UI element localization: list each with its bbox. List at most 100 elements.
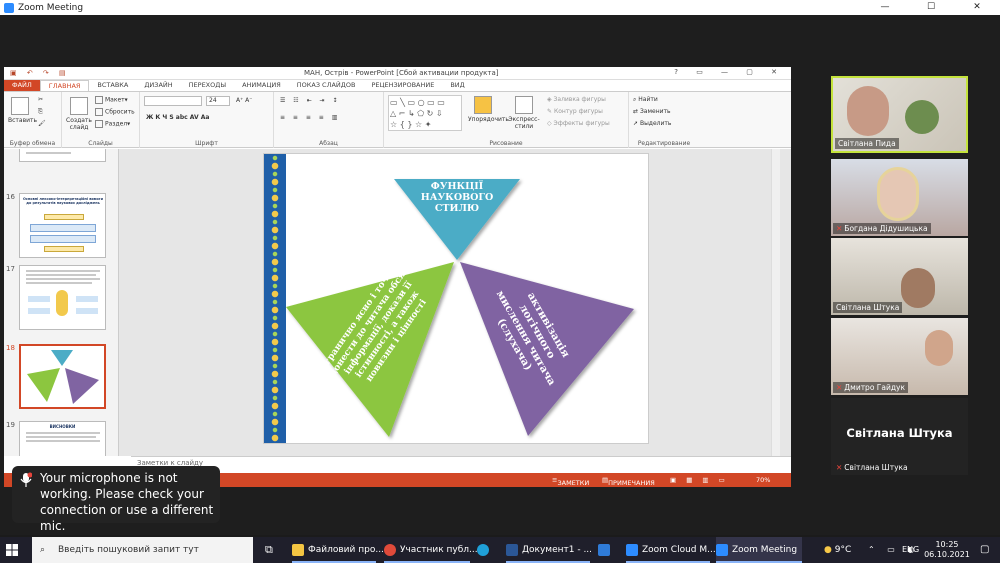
participant-tile[interactable]: Світлана Штука ✕ Світлана Штука — [831, 398, 968, 475]
mic-warning-toast[interactable]: Your microphone is not working. Please c… — [12, 466, 220, 533]
paint-bucket-icon: ◈ — [547, 96, 552, 103]
format-painter-button[interactable]: 🖌 — [38, 120, 46, 127]
start-button[interactable] — [6, 537, 30, 563]
clock-time: 10:25 — [935, 540, 959, 549]
layout-button[interactable]: Макет▾ — [95, 96, 128, 104]
zoom-level[interactable]: 70% — [756, 476, 770, 484]
tab-home[interactable]: ГЛАВНАЯ — [39, 80, 90, 91]
ribbon: Вставить ✂ ⎘ 🖌 Буфер обмена Создать слай… — [4, 91, 791, 148]
shape-fill-button[interactable]: ◈ Заливка фигуры — [547, 96, 606, 103]
tab-animation[interactable]: АНИМАЦИЯ — [234, 80, 289, 91]
notifications-icon[interactable]: ▢ — [980, 537, 989, 563]
participant-name: ✕ Світлана Штука — [836, 463, 908, 472]
slide-thumbnail-19[interactable]: ВИСНОВКИ — [19, 421, 106, 456]
tab-transitions[interactable]: ПЕРЕХОДЫ — [181, 80, 234, 91]
participant-tile[interactable]: Світлана Пида — [831, 76, 968, 153]
section-icon — [95, 120, 103, 128]
font-style-buttons[interactable]: Ж К Ч S abc AV Aa — [146, 114, 209, 121]
list-buttons[interactable]: ☰ ☷ ⇤ ⇥ ↕ — [280, 97, 340, 104]
cut-button[interactable]: ✂ — [38, 96, 43, 103]
tab-slideshow[interactable]: ПОКАЗ СЛАЙДОВ — [289, 80, 364, 91]
slide-editor[interactable]: ФУНКЦІЇ НАУКОВОГО СТИЛЮ гранично ясно і … — [131, 149, 780, 456]
copy-button[interactable]: ⎘ — [38, 108, 43, 116]
reset-button[interactable]: Сбросить — [95, 108, 135, 116]
slide-thumbnail-15[interactable] — [19, 149, 106, 162]
taskbar-app-edge[interactable] — [477, 537, 493, 563]
tab-view[interactable]: ВИД — [442, 80, 472, 91]
participant-tile[interactable]: Світлана Штука — [831, 238, 968, 315]
thumbnail-title: Основні лексико-інтерпретаційні вимоги д… — [23, 197, 103, 205]
participant-tile[interactable]: ✕ Дмитро Гайдук — [831, 318, 968, 395]
taskbar-app-zoom-cloud[interactable]: Zoom Cloud M... — [626, 537, 716, 563]
align-buttons[interactable]: ≡ ≡ ≡ ≡ ▥ — [280, 114, 340, 121]
tab-review[interactable]: РЕЦЕНЗИРОВАНИЕ — [363, 80, 442, 91]
close-button[interactable]: ✕ — [954, 0, 1000, 15]
paste-button[interactable]: Вставить — [8, 97, 37, 124]
taskbar-app-explorer[interactable]: Файловий про... — [292, 537, 384, 563]
quick-styles-icon — [515, 96, 533, 114]
slide-thumbnail-18-selected[interactable] — [19, 344, 106, 409]
new-slide-button[interactable]: Создать слайд — [65, 97, 93, 131]
arrange-button[interactable]: Упорядочить — [468, 96, 509, 123]
weather-widget[interactable]: ● 9°C — [824, 537, 851, 563]
section-button[interactable]: Раздел▾ — [95, 120, 130, 128]
slide-thumbnail-17[interactable] — [19, 265, 106, 330]
taskbar-app-mail[interactable] — [598, 537, 614, 563]
ppt-titlebar: ▣ ↶ ↷ ▤ МАН, Острів - PowerPoint [Сбой а… — [4, 67, 791, 80]
select-button[interactable]: ➚ Выделить — [633, 120, 671, 127]
notes-pane[interactable]: Заметки к слайду — [131, 456, 791, 470]
minimize-button[interactable]: — — [862, 0, 908, 15]
group-drawing: ▭ ╲ ▭ ○ ▭ ▭ △ ⌐ ↳ ⬠ ↻ ⇩ ☆ { } ☆ ✦ Упорядоч… — [384, 92, 629, 148]
maximize-button[interactable]: ☐ — [908, 0, 954, 15]
font-grow-button[interactable]: A⁺ A⁻ — [236, 97, 252, 104]
task-view-icon[interactable]: ⧉ — [265, 537, 273, 563]
tab-design[interactable]: ДИЗАЙН — [136, 80, 180, 91]
zoom-icon — [626, 543, 638, 556]
scissors-icon: ✂ — [38, 96, 44, 103]
zoom-logo-icon — [4, 2, 14, 13]
taskbar-app-zoom-meeting[interactable]: Zoom Meeting — [716, 537, 802, 563]
participant-avatar-name: Світлана Штука — [846, 426, 953, 440]
tab-insert[interactable]: ВСТАВКА — [89, 80, 136, 91]
edge-icon — [477, 543, 489, 556]
comments-toggle-button[interactable]: ▤ ПРИМЕЧАНИЯ — [602, 476, 655, 487]
language-indicator[interactable]: ENG — [902, 537, 919, 563]
view-buttons[interactable]: ▣ ▦ ▥ ▭ — [670, 476, 729, 484]
participant-video-face — [847, 86, 889, 136]
slide-thumbnail-16[interactable]: Основні лексико-інтерпретаційні вимоги д… — [19, 193, 106, 258]
chrome-icon — [384, 543, 396, 556]
zoom-icon — [716, 543, 728, 556]
find-button[interactable]: ⌕ Найти — [633, 96, 658, 104]
slide-number: 16 — [6, 193, 15, 201]
current-slide[interactable]: ФУНКЦІЇ НАУКОВОГО СТИЛЮ гранично ясно і … — [263, 153, 649, 444]
editing-group-label: Редактирование — [637, 140, 691, 147]
paragraph-group-label: Абзац — [319, 140, 338, 147]
shared-screen-powerpoint[interactable]: ▣ ↶ ↷ ▤ МАН, Острів - PowerPoint [Сбой а… — [4, 67, 791, 487]
ppt-window-controls[interactable]: ? ▭ — ▢ ✕ — [674, 68, 785, 76]
participant-tile[interactable]: ✕ Богдана Дідушицька — [831, 159, 968, 236]
taskbar-app-chrome[interactable]: Участник публ... — [384, 537, 478, 563]
replace-button[interactable]: ⇄ Заменить — [633, 108, 671, 115]
participant-video-face — [925, 330, 953, 366]
taskbar-search-input[interactable]: ⌕ Введіть пошуковий запит тут — [32, 537, 253, 563]
tab-file[interactable]: ФАЙЛ — [4, 80, 40, 91]
paste-icon — [11, 97, 29, 115]
group-font: 24 A⁺ A⁻ Ж К Ч S abc AV Aa Шрифт — [140, 92, 274, 148]
participant-name: Світлана Штука — [833, 302, 903, 313]
muted-mic-icon: ✕ — [836, 224, 843, 233]
quick-access-toolbar[interactable]: ▣ ↶ ↷ ▤ — [10, 69, 70, 77]
slide-thumbnails-panel[interactable]: 16 Основні лексико-інтерпретаційні вимог… — [4, 149, 119, 456]
participant-name: ✕ Богдана Дідушицька — [833, 223, 931, 234]
reset-icon — [95, 108, 103, 116]
clock[interactable]: 10:25 06.10.2021 — [924, 537, 970, 563]
font-name-select[interactable] — [144, 96, 202, 106]
shape-outline-button[interactable]: ✎ Контур фигуры — [547, 108, 603, 115]
quick-styles-button[interactable]: Экспресс-стили — [508, 96, 540, 130]
notes-toggle-button[interactable]: ≡ ЗАМЕТКИ — [552, 476, 589, 487]
font-size-select[interactable]: 24 — [206, 96, 230, 106]
group-editing: ⌕ Найти ⇄ Заменить ➚ Выделить Редактиров… — [629, 92, 699, 148]
taskbar-app-word[interactable]: Документ1 - ... — [506, 537, 592, 563]
shapes-gallery[interactable]: ▭ ╲ ▭ ○ ▭ ▭ △ ⌐ ↳ ⬠ ↻ ⇩ ☆ { } ☆ ✦ — [388, 95, 462, 131]
shape-effects-button[interactable]: ◇ Эффекты фигуры — [547, 120, 610, 127]
slide-scrollbar[interactable] — [771, 149, 780, 456]
